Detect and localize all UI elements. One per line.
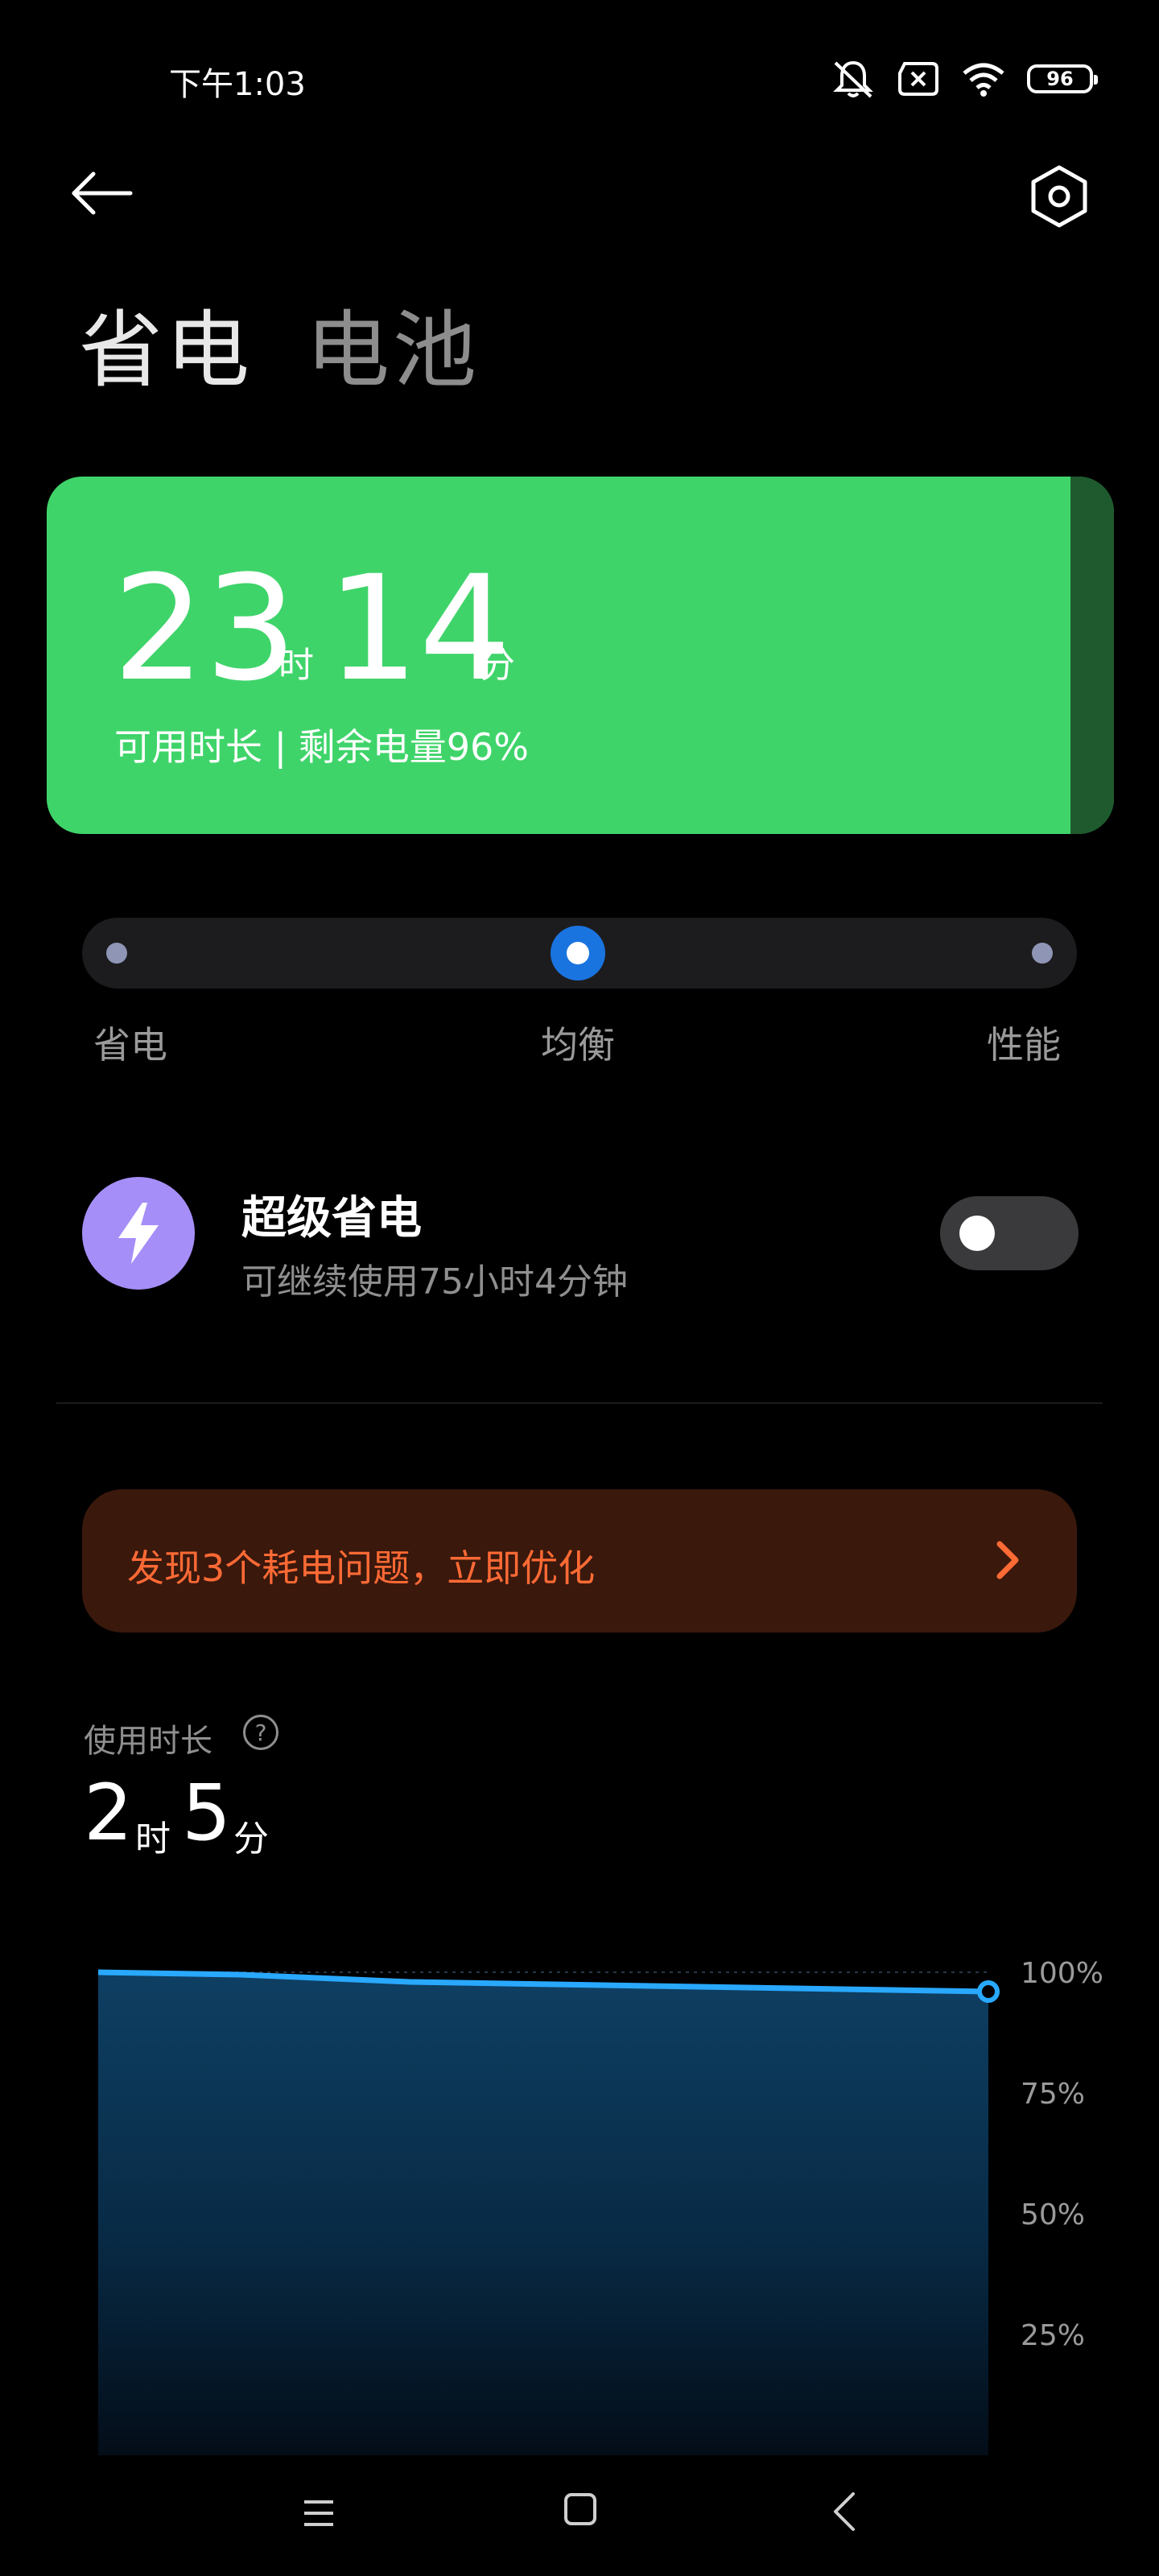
usage-minutes: 5 — [182, 1768, 232, 1858]
super-saver-icon — [82, 1177, 195, 1290]
usage-minutes-unit: 分 — [233, 1818, 269, 1860]
arrow-left-icon — [72, 171, 133, 215]
status-time: 下午1:03 — [169, 66, 306, 103]
sim-off-icon — [898, 62, 938, 96]
super-saver-subtitle: 可继续使用75小时4分钟 — [241, 1261, 628, 1302]
home-icon[interactable] — [562, 2491, 599, 2528]
back-icon[interactable] — [826, 2489, 864, 2534]
remaining-hours: 23 — [113, 545, 298, 713]
tab-power-saving[interactable]: 省电 — [79, 282, 253, 403]
help-icon[interactable]: ? — [243, 1715, 278, 1750]
chart-area — [98, 1972, 988, 2455]
chart-y-tick-label: 75% — [1021, 2078, 1085, 2111]
menu-icon[interactable] — [299, 2494, 338, 2533]
usage-hours-unit: 时 — [135, 1818, 171, 1860]
divider — [56, 1402, 1103, 1404]
super-saver-toggle[interactable] — [940, 1196, 1079, 1270]
super-saver-title: 超级省电 — [241, 1192, 422, 1245]
mute-icon — [833, 60, 873, 98]
settings-button[interactable] — [1021, 158, 1098, 235]
battery-card-subtitle: 可用时长 | 剩余电量96% — [114, 725, 529, 769]
chart-y-tick-label: 25% — [1021, 2319, 1085, 2352]
mode-dot-balanced-selected[interactable] — [551, 926, 605, 980]
status-icons: 96 — [831, 56, 1098, 101]
wifi-icon — [963, 63, 1004, 97]
optimize-banner-text: 发现3个耗电问题，立即优化 — [127, 1546, 596, 1590]
chart-y-tick-label: 100% — [1021, 1957, 1103, 1990]
mode-label-balanced: 均衡 — [541, 1023, 615, 1067]
mode-label-performance: 性能 — [987, 1023, 1061, 1067]
battery-level-chart: 100% 75% 50% 25% — [97, 1957, 1103, 2455]
chart-y-tick-label: 50% — [1021, 2198, 1085, 2231]
hexagon-settings-icon — [1031, 165, 1087, 228]
remaining-hours-unit: 时 — [278, 645, 314, 686]
battery-icon: 96 — [1027, 64, 1098, 93]
mode-dot-saver[interactable] — [106, 943, 127, 964]
mode-label-saver: 省电 — [93, 1023, 167, 1067]
mode-dot-performance[interactable] — [1032, 943, 1053, 964]
back-button[interactable] — [69, 161, 153, 225]
chevron-right-icon — [996, 1541, 1019, 1579]
usage-label: 使用时长 — [84, 1723, 212, 1760]
chart-endpoint — [977, 1980, 1000, 2003]
lightning-icon — [118, 1203, 159, 1264]
usage-hours: 2 — [84, 1768, 134, 1858]
tab-battery[interactable]: 电池 — [306, 282, 480, 403]
battery-level: 96 — [1046, 68, 1074, 90]
remaining-minutes-unit: 分 — [480, 645, 515, 686]
